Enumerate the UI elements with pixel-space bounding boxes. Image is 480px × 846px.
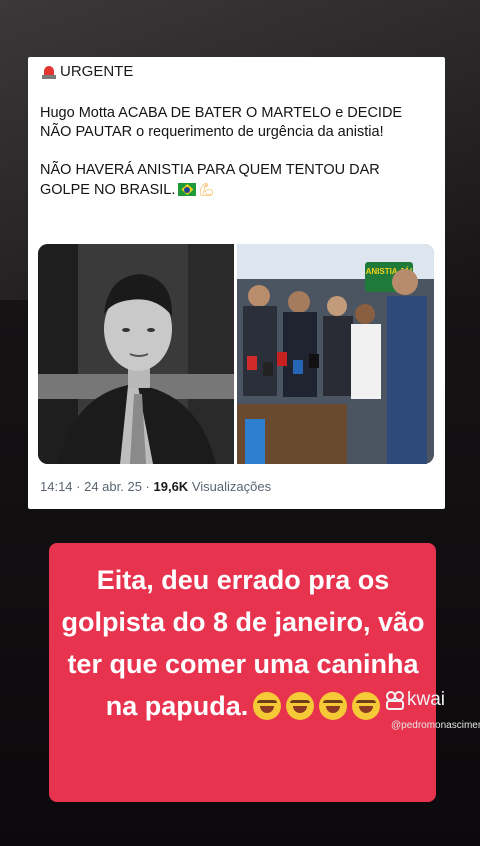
tweet-meta: 14:14 · 24 abr. 25 · 19,6K Visualizações [40, 479, 272, 494]
tweet-views-count: 19,6K [153, 479, 189, 494]
face-with-tears-of-joy-icon [319, 692, 348, 720]
photo-press-conference[interactable]: ANISTIA JÁ! [237, 244, 434, 464]
siren-icon [42, 65, 56, 79]
kwai-logo-icon [386, 691, 404, 710]
caption-text: Eita, deu errado pra os golpista do 8 de… [57, 559, 429, 727]
tweet-views-label: Visualizações [191, 479, 272, 494]
brazil-flag-icon [178, 183, 197, 196]
face-with-tears-of-joy-icon [352, 692, 381, 720]
urgent-header: URGENTE [42, 63, 133, 80]
tweet-date: 24 abr. 25 [84, 479, 142, 494]
kwai-brand: kwai [407, 689, 446, 710]
tweet-card[interactable]: URGENTE Hugo Motta ACABA DE BATER O MART… [28, 57, 445, 509]
tweet-paragraph-1: Hugo Motta ACABA DE BATER O MARTELO e DE… [40, 105, 403, 140]
urgent-label: URGENTE [60, 63, 134, 80]
caption-box: Eita, deu errado pra os golpista do 8 de… [49, 543, 436, 802]
tweet-paragraph-2: NÃO HAVERÁ ANISTIA PARA QUEM TENTOU DAR … [40, 161, 432, 200]
press-conference-illustration: ANISTIA JÁ! [237, 244, 434, 464]
flexed-biceps-icon: 💪︎ [198, 182, 215, 197]
face-with-tears-of-joy-icon [286, 692, 315, 720]
portrait-illustration [38, 244, 234, 464]
tweet-time: 14:14 [40, 479, 73, 494]
kwai-username: @pedromonascimeno [391, 720, 480, 731]
tweet-text: Hugo Motta ACABA DE BATER O MARTELO e DE… [40, 104, 432, 219]
face-with-tears-of-joy-icon [253, 692, 282, 720]
photo-portrait[interactable] [38, 244, 234, 464]
kwai-watermark: kwai [386, 689, 445, 711]
